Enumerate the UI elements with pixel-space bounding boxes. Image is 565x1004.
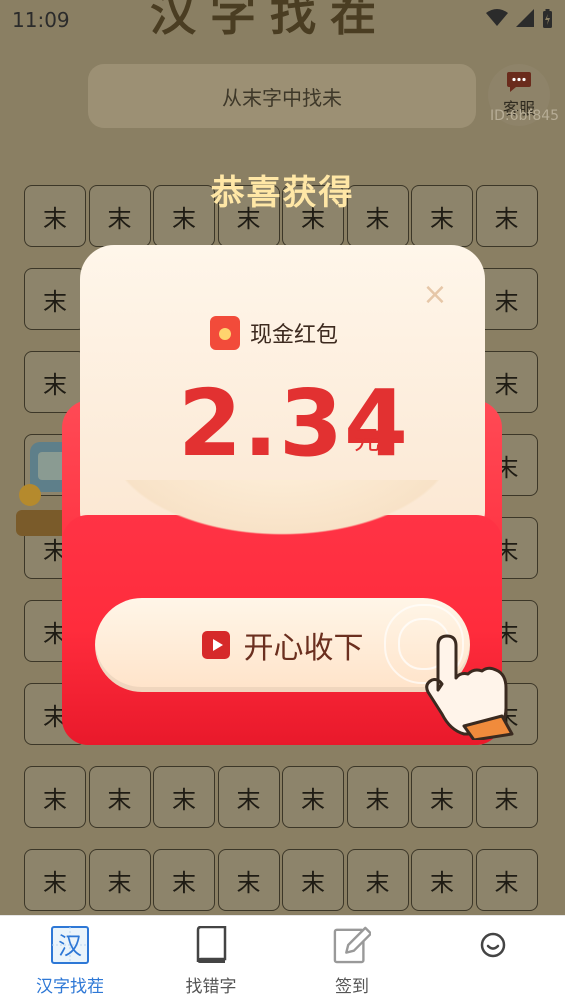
status-icons [486,9,553,29]
grid-cell[interactable]: 末 [282,849,344,911]
grid-cell[interactable]: 末 [88,849,151,911]
grid-row: 末末末末末末末末 [24,849,540,913]
signal-icon [516,9,534,27]
edit-icon [333,926,371,964]
bottom-nav: 汉 汉字找茬 找错字 签到 [0,915,565,1004]
reward-type-label: 现金红包 [250,323,339,348]
grid-cell[interactable]: 末 [217,849,280,911]
grid-cell[interactable]: 末 [475,849,538,911]
red-envelope-flap [62,480,502,560]
grid-cell[interactable]: 末 [24,268,86,330]
grid-cell[interactable]: 末 [346,766,409,828]
video-clapper-icon [201,631,230,659]
grid-cell[interactable]: 末 [24,766,86,828]
grid-cell[interactable]: 末 [153,849,215,911]
close-icon[interactable]: × [420,280,450,310]
reward-type: 现金红包 [210,315,338,351]
screen: 11:09 汉字找茬 从末字中找未 客服 ID:6bf845 末末末 末 末 末… [0,0,565,1004]
game-title: 汉字找茬 [150,0,390,41]
puzzle-prompt: 从末字中找未 [88,64,476,128]
tab-zhao-cuozi[interactable]: 找错字 [141,916,281,1004]
grid-cell[interactable]: 末 [153,766,215,828]
tab-label: 汉字找茬 [36,977,104,997]
tab-label: 找错字 [185,977,237,997]
grid-row: 末末末末末末末末 [24,766,540,830]
puzzle-prompt-text: 从末字中找未 [222,85,342,110]
grid-cell[interactable]: 末 [411,849,473,911]
tab-label: 签到 [335,977,369,997]
book-icon [192,926,230,964]
claim-button-label: 开心收下 [243,631,364,666]
tab-hanzi-zhaocha[interactable]: 汉 汉字找茬 [0,916,140,1004]
user-id: ID:6bf845 [490,108,560,124]
reward-unit: 元 [354,426,381,456]
grid-cell[interactable]: 末 [282,766,344,828]
tab-profile[interactable] [423,916,563,1004]
grid-cell[interactable]: 末 [217,766,280,828]
chat-bubble-icon [507,72,531,92]
status-time: 11:09 [12,8,70,32]
grid-cell[interactable]: 末 [24,849,86,911]
hanzi-tile-icon: 汉 [51,926,89,964]
grid-cell[interactable]: 末 [411,766,473,828]
smile-face-icon [474,926,512,964]
pointing-hand-icon [425,634,514,740]
grid-cell[interactable]: 末 [88,766,151,828]
congrats-title: 恭喜获得 [210,173,355,213]
tab-qiandao[interactable]: 签到 [282,916,422,1004]
battery-icon [543,9,552,28]
grid-cell[interactable]: 末 [475,766,538,828]
wifi-icon [486,9,508,26]
hanzi-tile-char: 汉 [58,932,82,960]
grid-cell[interactable]: 末 [346,849,409,911]
red-packet-icon [210,316,240,350]
